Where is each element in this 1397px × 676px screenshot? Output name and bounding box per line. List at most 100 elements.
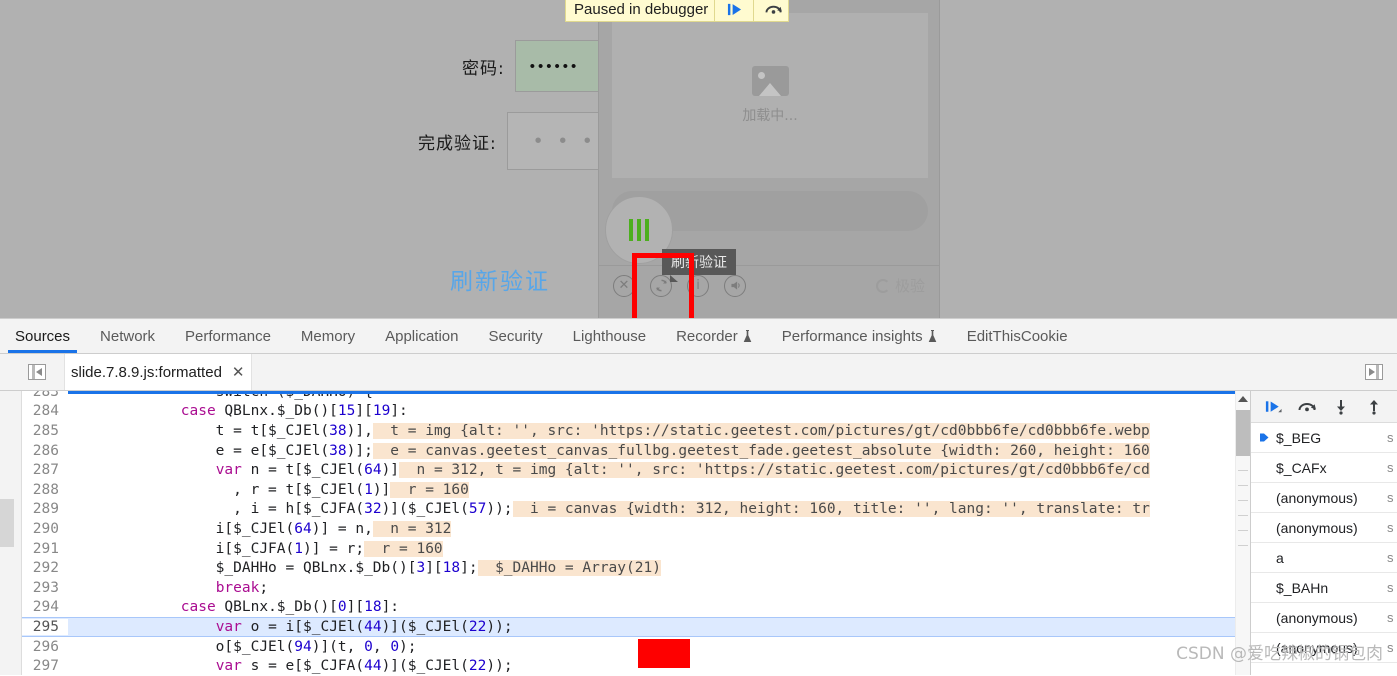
line-number[interactable]: 295	[22, 618, 68, 635]
code-token: 19	[372, 403, 391, 420]
tab-recorder[interactable]: Recorder	[661, 319, 767, 353]
code-token: 18	[442, 560, 461, 577]
divider	[714, 0, 716, 21]
line-number[interactable]: 283	[22, 391, 68, 400]
call-stack-row[interactable]: $_CAFx s	[1251, 453, 1397, 483]
refresh-icon[interactable]	[650, 274, 672, 297]
code-token: 0	[390, 638, 400, 655]
code-token: ));	[486, 618, 513, 635]
code-line: 291 i[$_CJFA(1)] = r; r = 160	[22, 539, 1250, 559]
code-text: , i = h[$_CJFA(32)]($_CJEl(57)); i = can…	[68, 501, 1150, 518]
toolbar-right-group	[1337, 364, 1383, 380]
navigator-collapsed-strip	[0, 391, 22, 675]
call-stack-function-name: a	[1276, 549, 1284, 566]
close-icon[interactable]: ✕	[613, 274, 635, 297]
code-text: , r = t[$_CJEl(1)] r = 160	[68, 481, 469, 498]
code-token: );	[399, 638, 417, 655]
tab-editthiscookie[interactable]: EditThisCookie	[952, 319, 1083, 353]
tab-sources[interactable]: Sources	[0, 319, 85, 353]
scroll-tick	[1238, 530, 1248, 531]
line-number[interactable]: 296	[22, 638, 68, 655]
tab-lighthouse[interactable]: Lighthouse	[558, 319, 661, 353]
annotation-highlight-lighthouse	[638, 639, 690, 668]
refresh-captcha-link[interactable]: 刷新验证	[450, 262, 550, 296]
panel-bar	[1376, 365, 1379, 379]
tab-network[interactable]: Network	[85, 319, 170, 353]
code-token: , r = t[$_CJEl(	[76, 481, 365, 498]
code-token: 15	[337, 403, 356, 420]
slider-grip-icon	[629, 219, 649, 241]
code-token: 32	[364, 501, 382, 518]
line-number[interactable]: 284	[22, 403, 68, 420]
call-stack-function-name: (anonymous)	[1276, 519, 1358, 536]
line-number[interactable]: 286	[22, 442, 68, 459]
inline-value-hint: $_DAHHo = Array(21)	[477, 560, 661, 577]
line-number[interactable]: 288	[22, 481, 68, 498]
scroll-up-arrow-icon[interactable]	[1238, 396, 1248, 402]
line-number[interactable]: 293	[22, 579, 68, 596]
captcha-row: 完成验证: • • •	[418, 112, 633, 170]
debugger-sidebar: $_BEG s $_CAFx s (anonymous) s (anonymous) s a s $…	[1250, 391, 1397, 675]
call-stack-row[interactable]: (anonymous) s	[1251, 483, 1397, 513]
code-token: 64	[364, 462, 382, 479]
code-text: var n = t[$_CJEl(64)] n = 312, t = img {…	[68, 462, 1150, 479]
line-number[interactable]: 287	[22, 462, 68, 479]
call-stack-row[interactable]: (anonymous) s	[1251, 513, 1397, 543]
info-icon[interactable]: i	[687, 274, 709, 297]
code-token: 44	[364, 658, 382, 675]
code-token: ][	[355, 403, 373, 420]
code-editor[interactable]: 283 switch ($_DAHHo) {284 case QBLnx.$_D…	[22, 391, 1250, 675]
step-over-icon[interactable]	[760, 0, 786, 20]
paused-in-debugger-banner: Paused in debugger	[565, 0, 790, 22]
panel-bar	[32, 365, 35, 379]
code-token: )]	[381, 462, 400, 479]
toggle-navigator-button[interactable]	[28, 364, 46, 380]
current-frame-arrow-icon	[1259, 430, 1270, 446]
tab-application[interactable]: Application	[370, 319, 473, 353]
call-stack-row[interactable]: $_BAHn s	[1251, 573, 1397, 603]
close-icon[interactable]: ✕	[232, 363, 245, 381]
scrollbar-thumb[interactable]	[1236, 410, 1250, 456]
step-out-icon[interactable]	[1362, 396, 1386, 418]
call-stack-list: $_BEG s $_CAFx s (anonymous) s (anonymous) s a s $…	[1251, 423, 1397, 663]
code-token: ));	[486, 501, 513, 518]
code-token: n = t[$_CJEl(	[241, 462, 365, 479]
step-into-icon[interactable]	[1329, 396, 1353, 418]
call-stack-location: s	[1387, 580, 1394, 595]
code-token: o[$_CJEl(	[76, 638, 295, 655]
tab-memory[interactable]: Memory	[286, 319, 370, 353]
line-number[interactable]: 285	[22, 422, 68, 439]
code-token: )](t,	[311, 638, 365, 655]
toggle-debugger-sidebar-button[interactable]	[1365, 364, 1383, 380]
tab-security[interactable]: Security	[473, 319, 557, 353]
call-stack-row[interactable]: as	[1251, 543, 1397, 573]
line-number[interactable]: 297	[22, 658, 68, 675]
editor-vertical-scrollbar[interactable]	[1235, 391, 1250, 675]
code-token: , i = h[$_CJFA(	[76, 501, 365, 518]
call-stack-row[interactable]: $_BEG s	[1251, 423, 1397, 453]
line-number[interactable]: 289	[22, 501, 68, 518]
code-token: 64	[294, 520, 312, 537]
line-number[interactable]: 291	[22, 540, 68, 557]
line-number[interactable]: 290	[22, 520, 68, 537]
chevron-right-icon	[1369, 368, 1375, 376]
code-text: $_DAHHo = QBLnx.$_Db()[3][18]; $_DAHHo =…	[68, 560, 661, 577]
tab-performance-insights[interactable]: Performance insights	[767, 319, 952, 353]
sound-icon[interactable]	[724, 274, 746, 297]
call-stack-row[interactable]: (anonymous) s	[1251, 603, 1397, 633]
tab-performance[interactable]: Performance	[170, 319, 286, 353]
line-number[interactable]: 294	[22, 599, 68, 616]
resume-icon[interactable]	[721, 0, 747, 20]
scrollbar-thumb[interactable]	[0, 499, 14, 547]
file-tab-slide-js[interactable]: slide.7.8.9.js:formatted ✕	[64, 354, 252, 390]
resume-icon[interactable]	[1262, 396, 1286, 418]
line-number[interactable]: 292	[22, 560, 68, 577]
paused-banner-text: Paused in debugger	[574, 0, 709, 18]
step-over-icon[interactable]	[1295, 396, 1319, 418]
code-text: e = e[$_CJEl(38)]; e = canvas.geetest_ca…	[68, 442, 1150, 459]
call-stack-row[interactable]: (anonymous) s	[1251, 633, 1397, 663]
code-text: o[$_CJEl(94)](t, 0, 0);	[68, 639, 417, 655]
